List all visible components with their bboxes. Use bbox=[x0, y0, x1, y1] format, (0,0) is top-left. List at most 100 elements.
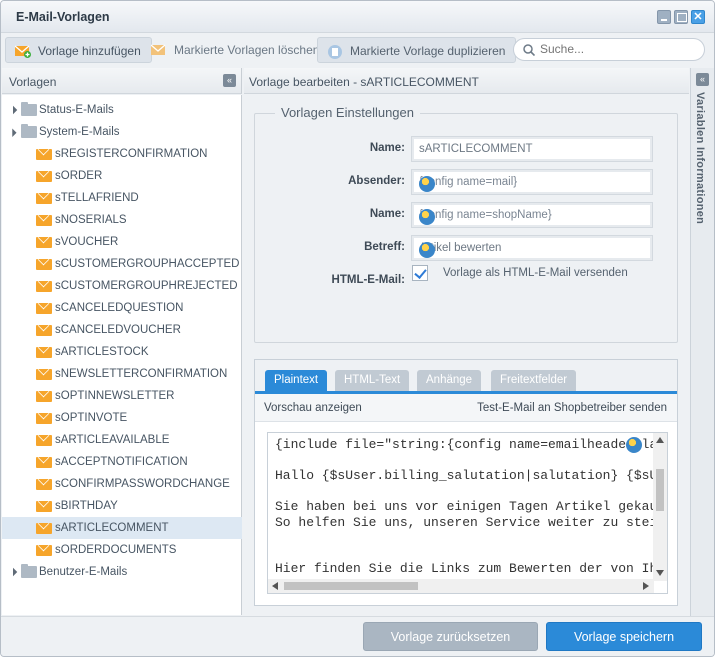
scroll-left-icon[interactable] bbox=[272, 582, 278, 590]
code-content[interactable]: {include file="string:{config name=email… bbox=[275, 437, 667, 577]
add-template-button[interactable]: Vorlage hinzufügen bbox=[5, 37, 152, 63]
tree-item-template[interactable]: sACCEPTNOTIFICATION bbox=[2, 451, 242, 473]
tree-item-label: sOPTINNEWSLETTER bbox=[55, 390, 175, 402]
code-line[interactable]: {include file="string:{config name=email… bbox=[275, 437, 667, 453]
sender-name-field[interactable]: {config name=shopName} bbox=[411, 202, 653, 228]
sender-name-value[interactable]: {config name=shopName} bbox=[419, 209, 552, 221]
name-field[interactable]: sARTICLECOMMENT bbox=[411, 136, 653, 162]
tree-item-template[interactable]: sCANCELEDQUESTION bbox=[2, 297, 242, 319]
tree-item-template[interactable]: sORDERDOCUMENTS bbox=[2, 539, 242, 561]
html-mail-checkbox-label[interactable]: Vorlage als HTML-E-Mail versenden bbox=[443, 267, 628, 279]
tree-folder-label: Status-E-Mails bbox=[39, 104, 114, 116]
tree-folder-system[interactable]: System-E-Mails bbox=[2, 121, 242, 143]
tree-item-template[interactable]: sCUSTOMERGROUPHACCEPTED bbox=[2, 253, 242, 275]
tree-item-template[interactable]: sOPTINVOTE bbox=[2, 407, 242, 429]
code-line[interactable] bbox=[275, 484, 667, 500]
globe-icon[interactable] bbox=[419, 176, 435, 192]
reset-template-button[interactable]: Vorlage zurücksetzen bbox=[363, 622, 538, 651]
tree-item-template[interactable]: sARTICLECOMMENT bbox=[2, 517, 242, 539]
scroll-down-icon[interactable] bbox=[656, 570, 664, 576]
mail-icon bbox=[36, 457, 52, 468]
tree-item-label: sACCEPTNOTIFICATION bbox=[55, 456, 188, 468]
minimize-icon[interactable] bbox=[657, 10, 671, 24]
vertical-scrollbar[interactable] bbox=[653, 433, 667, 581]
subject-label: Betreff: bbox=[364, 241, 405, 253]
expand-sidebar-icon[interactable]: « bbox=[696, 73, 709, 86]
tree-item-template[interactable]: sCUSTOMERGROUPHREJECTED bbox=[2, 275, 242, 297]
delete-templates-button[interactable]: Markierte Vorlagen löschen bbox=[142, 37, 329, 63]
editor-panel: Vorlagen Einstellungen Name: sARTICLECOM… bbox=[244, 95, 689, 616]
name-value[interactable]: sARTICLECOMMENT bbox=[419, 143, 533, 155]
tree-item-template[interactable]: sTELLAFRIEND bbox=[2, 187, 242, 209]
tab-free-text-fields[interactable]: Freitextfelder bbox=[491, 370, 577, 391]
search-field[interactable] bbox=[513, 38, 705, 61]
tree-item-template[interactable]: sNOSERIALS bbox=[2, 209, 242, 231]
sender-name-label: Name: bbox=[369, 208, 405, 220]
scroll-right-icon[interactable] bbox=[643, 582, 649, 590]
html-mail-checkbox[interactable] bbox=[412, 265, 428, 281]
tab-plaintext[interactable]: Plaintext bbox=[265, 370, 328, 391]
tab-bar: Plaintext HTML-Text Anhänge Freitextfeld… bbox=[255, 360, 677, 394]
expand-arrow-icon[interactable] bbox=[8, 567, 18, 577]
sender-label: Absender: bbox=[348, 175, 405, 187]
code-line[interactable]: So helfen Sie uns, unseren Service weite… bbox=[275, 515, 667, 531]
html-mail-label: HTML-E-Mail: bbox=[331, 274, 405, 286]
code-line[interactable]: Hier finden Sie die Links zum Bewerten d… bbox=[275, 561, 667, 577]
globe-icon[interactable] bbox=[419, 209, 435, 225]
mail-icon bbox=[36, 259, 52, 270]
tree-item-template[interactable]: sCONFIRMPASSWORDCHANGE bbox=[2, 473, 242, 495]
tree-item-template[interactable]: sOPTINNEWSLETTER bbox=[2, 385, 242, 407]
tree-item-label: sNOSERIALS bbox=[55, 214, 127, 226]
code-line[interactable]: Hallo {$sUser.billing_salutation|salutat… bbox=[275, 468, 667, 484]
send-test-mail-button[interactable]: Test-E-Mail an Shopbetreiber senden bbox=[477, 402, 667, 414]
horizontal-scroll-thumb[interactable] bbox=[284, 582, 418, 590]
mail-icon bbox=[36, 193, 52, 204]
tree-item-template[interactable]: sVOUCHER bbox=[2, 231, 242, 253]
collapse-left-icon[interactable]: « bbox=[223, 74, 236, 87]
duplicate-template-button[interactable]: Markierte Vorlage duplizieren bbox=[317, 37, 517, 63]
maximize-icon[interactable] bbox=[674, 10, 688, 24]
horizontal-scrollbar[interactable] bbox=[268, 579, 654, 593]
mail-icon bbox=[36, 149, 52, 160]
mail-icon bbox=[36, 237, 52, 248]
editor-title: Vorlage bearbeiten - sARTICLECOMMENT bbox=[249, 75, 479, 89]
tab-html-text[interactable]: HTML-Text bbox=[335, 370, 410, 391]
tree-folder-user[interactable]: Benutzer-E-Mails bbox=[2, 561, 242, 583]
tree-item-label: sCANCELEDVOUCHER bbox=[55, 324, 181, 336]
tree-item-template[interactable]: sARTICLESTOCK bbox=[2, 341, 242, 363]
mail-icon bbox=[36, 413, 52, 424]
expand-arrow-icon[interactable] bbox=[8, 105, 18, 115]
save-template-button[interactable]: Vorlage speichern bbox=[546, 622, 702, 651]
code-editor[interactable]: {include file="string:{config name=email… bbox=[267, 432, 668, 594]
tree-item-template[interactable]: sORDER bbox=[2, 165, 242, 187]
templates-panel-header: Vorlagen « bbox=[2, 68, 242, 94]
templates-panel-title: Vorlagen bbox=[9, 75, 57, 89]
globe-icon[interactable] bbox=[419, 242, 435, 258]
tree-folder-status[interactable]: Status-E-Mails bbox=[2, 99, 242, 121]
title-bar[interactable]: E-Mail-Vorlagen ✕ bbox=[1, 1, 714, 33]
variables-sidebar[interactable]: « Variablen Informationen bbox=[690, 68, 714, 616]
window-title: E-Mail-Vorlagen bbox=[16, 10, 110, 24]
subject-field[interactable]: Artikel bewerten bbox=[411, 235, 653, 261]
scroll-up-icon[interactable] bbox=[656, 437, 664, 443]
collapse-arrow-icon[interactable] bbox=[8, 128, 17, 137]
mail-icon bbox=[36, 435, 52, 446]
vertical-scroll-thumb[interactable] bbox=[656, 469, 664, 511]
show-preview-button[interactable]: Vorschau anzeigen bbox=[264, 402, 362, 414]
code-line[interactable]: Sie haben bei uns vor einigen Tagen Arti… bbox=[275, 499, 667, 515]
tree-item-template[interactable]: sBIRTHDAY bbox=[2, 495, 242, 517]
mail-icon bbox=[36, 523, 52, 534]
sender-field[interactable]: {config name=mail} bbox=[411, 169, 653, 195]
code-line[interactable] bbox=[275, 530, 667, 546]
tree-item-template[interactable]: sARTICLEAVAILABLE bbox=[2, 429, 242, 451]
search-input[interactable] bbox=[540, 42, 690, 56]
tab-attachments[interactable]: Anhänge bbox=[417, 370, 482, 391]
tree-item-template[interactable]: sCANCELEDVOUCHER bbox=[2, 319, 242, 341]
code-line[interactable] bbox=[275, 546, 667, 562]
close-icon[interactable]: ✕ bbox=[691, 10, 705, 24]
duplicate-icon bbox=[328, 45, 342, 59]
code-line[interactable] bbox=[275, 453, 667, 469]
tree-item-template[interactable]: sNEWSLETTERCONFIRMATION bbox=[2, 363, 242, 385]
globe-icon[interactable] bbox=[626, 437, 642, 453]
tree-item-template[interactable]: sREGISTERCONFIRMATION bbox=[2, 143, 242, 165]
